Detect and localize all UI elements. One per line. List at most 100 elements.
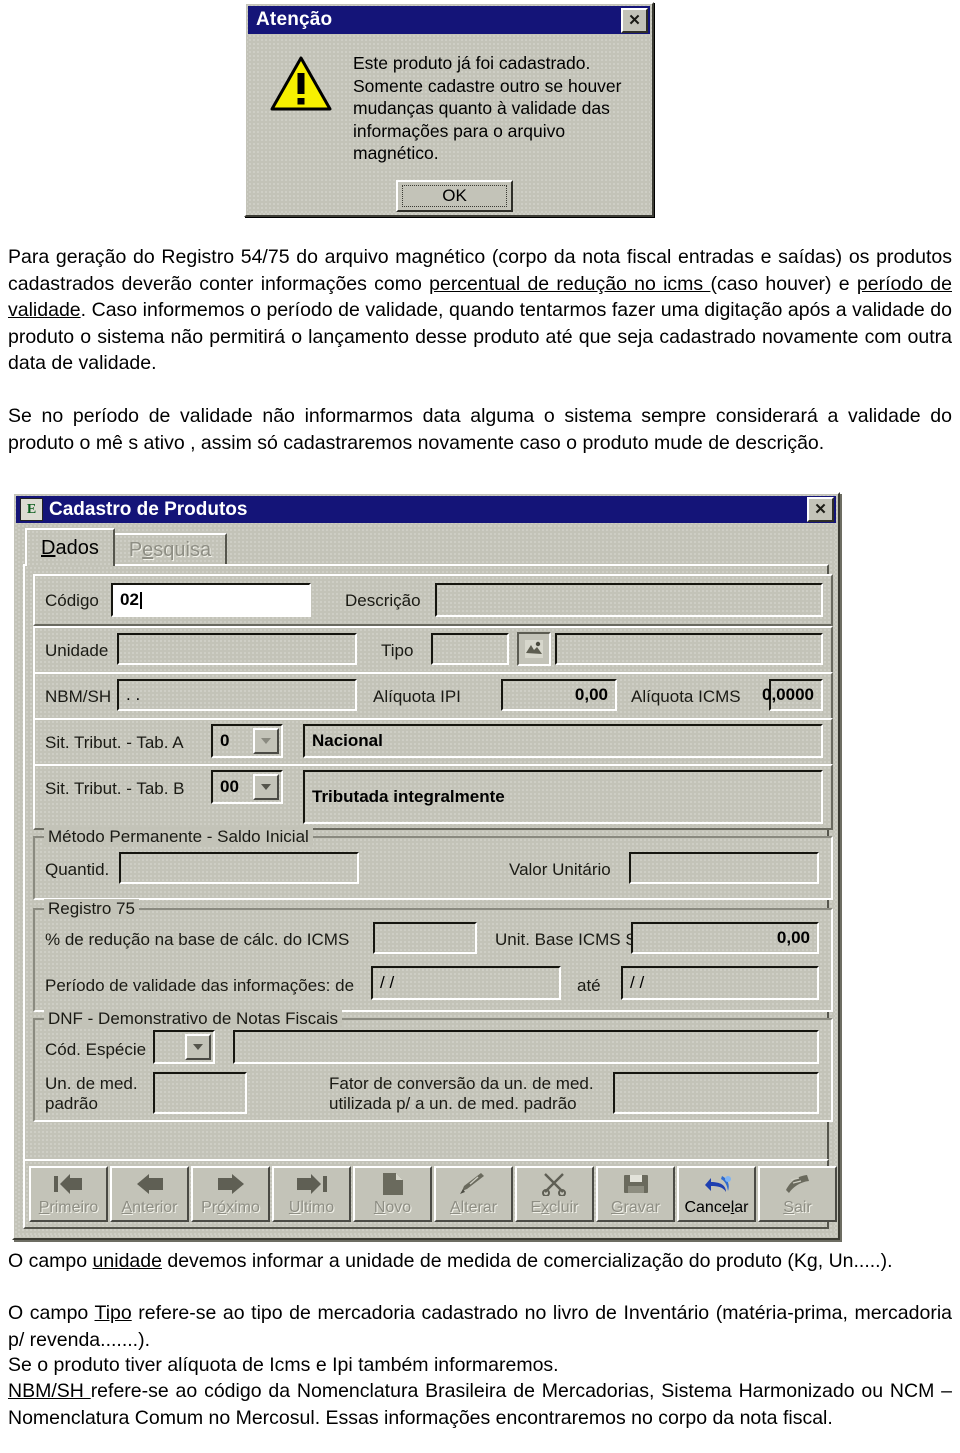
cod-especie-code	[155, 1032, 185, 1062]
un-med-padrao-label-l2: padrão	[45, 1094, 98, 1113]
previous-record-icon	[133, 1171, 167, 1197]
ok-button[interactable]: OK	[396, 180, 513, 212]
warning-triangle-icon	[270, 56, 332, 112]
sit-trib-a-label: Sit. Tribut. - Tab. A	[45, 733, 184, 752]
form-titlebar: E Cadastro de Produtos ✕	[16, 496, 836, 523]
tab-pesquisa-label: Pesquisa	[128, 539, 212, 561]
exit-door-icon	[783, 1171, 813, 1197]
ok-button-label: OK	[402, 185, 507, 207]
novo-button[interactable]: Novo	[353, 1166, 432, 1222]
form-title: Cadastro de Produtos	[49, 498, 248, 520]
dialog-message-line: Somente cadastre outro se houver	[353, 75, 622, 96]
close-icon[interactable]: ✕	[621, 7, 648, 33]
aliquota-icms-input[interactable]: 0,0000	[762, 679, 823, 711]
aliquota-ipi-label: Alíquota IPI	[373, 687, 461, 706]
nbm-label: NBM/SH	[45, 687, 112, 706]
descricao-input[interactable]	[435, 583, 823, 617]
periodo-de-input[interactable]: / /	[371, 966, 561, 1000]
valor-unitario-input[interactable]	[629, 852, 819, 884]
chevron-down-icon[interactable]	[253, 728, 279, 754]
first-record-icon	[52, 1171, 86, 1197]
ate-label: até	[577, 976, 601, 995]
delete-scissors-icon	[541, 1171, 569, 1197]
navigation-button-group: Primeiro Anterior Próximo Ultimo	[29, 1165, 353, 1223]
edit-pencil-icon	[458, 1171, 490, 1197]
sit-trib-b-description[interactable]: Tributada integralmente	[303, 770, 823, 824]
sit-trib-b-combo[interactable]: 00	[211, 770, 283, 804]
group-dnf-title: DNF - Demonstrativo de Notas Fiscais	[44, 1009, 343, 1029]
new-document-icon	[380, 1171, 406, 1197]
application-icon: E	[20, 498, 43, 521]
group-registro-75: Registro 75 % de redução na base de cálc…	[33, 899, 833, 1012]
anterior-button[interactable]: Anterior	[110, 1166, 189, 1222]
unit-base-icms-st-input[interactable]: 0,00	[631, 922, 819, 954]
cod-especie-description[interactable]	[233, 1030, 819, 1064]
periodo-ate-input[interactable]: / /	[621, 966, 819, 1000]
cadastro-de-produtos-window: E Cadastro de Produtos ✕ Dados Pesquisa …	[12, 492, 840, 1240]
close-icon[interactable]: ✕	[807, 497, 834, 522]
tipo-input[interactable]	[431, 633, 509, 665]
panel-sit-trib-a: Sit. Tribut. - Tab. A 0 Nacional	[33, 718, 833, 766]
dialog-title: Atenção	[256, 9, 333, 30]
unidade-input[interactable]	[117, 633, 357, 665]
nbmsh-explanation: NBM/SH refere-se ao código da Nomenclatu…	[8, 1380, 952, 1429]
tipo-explanation: O campo Tipo refere-se ao tipo de mercad…	[8, 1302, 952, 1351]
dialog-message-line: Este produto já foi cadastrado.	[353, 53, 591, 73]
cancelar-button[interactable]: Cancelar	[677, 1166, 756, 1222]
nbm-input[interactable]: . .	[117, 679, 357, 711]
panel-sit-trib-b: Sit. Tribut. - Tab. B 00 Tributada integ…	[33, 764, 833, 830]
sit-trib-b-code: 00	[220, 777, 239, 796]
intro-paragraph-2: Se no período de validade não informarmo…	[8, 405, 952, 454]
dialog-message: Este produto já foi cadastrado. Somente …	[353, 52, 640, 165]
unit-base-icms-st-label: Unit. Base ICMS ST	[495, 930, 648, 949]
alterar-label: Alterar	[449, 1199, 498, 1216]
un-med-padrao-input[interactable]	[153, 1072, 247, 1114]
sit-trib-a-description[interactable]: Nacional	[303, 724, 823, 758]
record-toolbar: Primeiro Anterior Próximo Ultimo Novo Al…	[23, 1159, 837, 1229]
dialog-titlebar: Atenção ✕	[248, 6, 650, 34]
tab-dados[interactable]: Dados	[25, 528, 115, 566]
sit-trib-b-label: Sit. Tribut. - Tab. B	[45, 779, 185, 798]
cancelar-label: Cancelar	[684, 1199, 749, 1216]
aliquota-ipi-input[interactable]: 0,00	[501, 679, 617, 711]
codigo-input[interactable]: 02	[111, 583, 311, 617]
fator-conversao-input[interactable]	[613, 1072, 819, 1114]
panel-codigo: Código 02 Descrição	[33, 574, 833, 626]
attention-dialog: Atenção ✕ Este produto já foi cadastrado…	[244, 2, 654, 217]
proximo-button[interactable]: Próximo	[191, 1166, 270, 1222]
reducao-icms-label: % de redução na base de cálc. do ICMS	[45, 930, 350, 949]
excluir-button[interactable]: Excluir	[515, 1166, 594, 1222]
proximo-label: Próximo	[201, 1199, 260, 1216]
tab-strip: Dados Pesquisa	[25, 528, 228, 566]
alterar-button[interactable]: Alterar	[434, 1166, 513, 1222]
primeiro-button[interactable]: Primeiro	[29, 1166, 108, 1222]
aliquota-icms-label: Alíquota ICMS	[631, 687, 741, 706]
dialog-body: Este produto já foi cadastrado. Somente …	[248, 34, 650, 213]
ultimo-button[interactable]: Ultimo	[272, 1166, 351, 1222]
unidade-explanation: O campo unidade devemos informar a unida…	[8, 1250, 893, 1272]
picture-lookup-icon[interactable]	[517, 632, 551, 666]
tipo-descricao-input[interactable]	[555, 633, 823, 665]
undo-arrow-icon	[702, 1171, 732, 1197]
chevron-down-icon[interactable]	[253, 774, 279, 800]
quantid-input[interactable]	[119, 852, 359, 884]
dialog-message-line: informações para o arquivo magnético.	[353, 120, 566, 164]
codigo-label: Código	[45, 591, 99, 610]
next-record-icon	[214, 1171, 248, 1197]
group-metodo-permanente: Método Permanente - Saldo Inicial Quanti…	[33, 827, 833, 900]
save-floppy-icon	[622, 1171, 650, 1197]
periodo-validade-label: Período de validade das informações: de	[45, 976, 355, 995]
valor-unitario-label: Valor Unitário	[509, 860, 611, 879]
group-metodo-title: Método Permanente - Saldo Inicial	[44, 827, 313, 847]
panel-nbm: NBM/SH . . Alíquota IPI 0,00 Alíquota IC…	[33, 672, 833, 720]
gravar-button[interactable]: Gravar	[596, 1166, 675, 1222]
aliquota-explanation: Se o produto tiver alíquota de Icms e Ip…	[8, 1354, 559, 1376]
sair-button[interactable]: Sair	[758, 1166, 837, 1222]
form-client-area: Dados Pesquisa Código 02 Descrição Unida…	[17, 524, 837, 1235]
cod-especie-label: Cód. Espécie	[45, 1040, 147, 1059]
cod-especie-combo[interactable]	[153, 1030, 215, 1064]
sit-trib-a-combo[interactable]: 0	[211, 724, 283, 758]
reducao-icms-input[interactable]	[373, 922, 477, 954]
tab-pesquisa[interactable]: Pesquisa	[112, 533, 228, 566]
chevron-down-icon[interactable]	[185, 1034, 211, 1060]
